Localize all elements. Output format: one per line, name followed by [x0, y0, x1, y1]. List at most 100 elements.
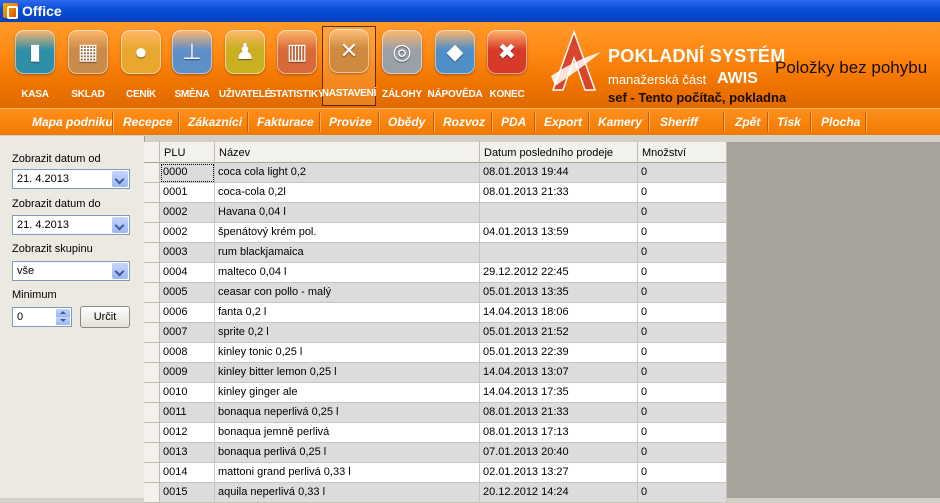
cell-mnozstvi[interactable]: 0 [638, 363, 727, 383]
cell-datum[interactable]: 29.12.2012 22:45 [480, 263, 638, 283]
row-header[interactable] [144, 483, 160, 503]
cell-nazev[interactable]: coca cola light 0,2 [215, 163, 480, 183]
cell-nazev[interactable]: fanta 0,2 l [215, 303, 480, 323]
cell-nazev[interactable]: ceasar con pollo - malý [215, 283, 480, 303]
column-header-datum[interactable]: Datum posledního prodeje [480, 142, 638, 163]
cell-mnozstvi[interactable]: 0 [638, 163, 727, 183]
cell-datum[interactable]: 02.01.2013 13:27 [480, 463, 638, 483]
cell-nazev[interactable]: kinley bitter lemon 0,25 l [215, 363, 480, 383]
menu-item-rozvoz[interactable]: Rozvoz [443, 115, 485, 129]
cell-mnozstvi[interactable]: 0 [638, 183, 727, 203]
row-header[interactable] [144, 343, 160, 363]
table-row[interactable]: 0005 ceasar con pollo - malý 05.01.2013 13… [144, 283, 727, 303]
chevron-down-icon[interactable] [112, 263, 128, 279]
cell-plu[interactable]: 0002 [160, 203, 215, 223]
row-header[interactable] [144, 363, 160, 383]
cell-plu[interactable]: 0011 [160, 403, 215, 423]
date-to-picker[interactable]: 21. 4.2013 [12, 215, 130, 235]
menu-item-export[interactable]: Export [544, 115, 582, 129]
cell-plu[interactable]: 0007 [160, 323, 215, 343]
cell-nazev[interactable]: mattoni grand perlivá 0,33 l [215, 463, 480, 483]
menu-item-obedy[interactable]: Obědy [388, 115, 425, 129]
cell-mnozstvi[interactable]: 0 [638, 203, 727, 223]
table-row[interactable]: 0008 kinley tonic 0,25 l 05.01.2013 22:39 0 [144, 343, 727, 363]
cell-datum[interactable]: 08.01.2013 19:44 [480, 163, 638, 183]
date-from-picker[interactable]: 21. 4.2013 [12, 169, 130, 189]
cell-datum[interactable]: 08.01.2013 21:33 [480, 183, 638, 203]
menu-item-recepce[interactable]: Recepce [123, 115, 172, 129]
cell-mnozstvi[interactable]: 0 [638, 383, 727, 403]
table-row[interactable]: 0010 kinley ginger ale 14.04.2013 17:35 0 [144, 383, 727, 403]
cell-mnozstvi[interactable]: 0 [638, 463, 727, 483]
menu-item-plocha[interactable]: Plocha [821, 115, 860, 129]
row-header[interactable] [144, 463, 160, 483]
row-header[interactable] [144, 283, 160, 303]
chevron-down-icon[interactable] [112, 217, 128, 233]
apply-button[interactable]: Určit [80, 306, 130, 328]
cell-nazev[interactable]: malteco 0,04 l [215, 263, 480, 283]
row-header[interactable] [144, 203, 160, 223]
cell-datum[interactable] [480, 243, 638, 263]
table-row[interactable]: 0015 aquila neperlivá 0,33 l 20.12.2012 14… [144, 483, 727, 503]
cell-mnozstvi[interactable]: 0 [638, 243, 727, 263]
cell-plu[interactable]: 0005 [160, 283, 215, 303]
table-row[interactable]: 0009 kinley bitter lemon 0,25 l 14.04.2013… [144, 363, 727, 383]
cell-plu[interactable]: 0000 [160, 163, 215, 183]
table-row[interactable]: 0011 bonaqua neperlivá 0,25 l 08.01.2013 2… [144, 403, 727, 423]
menu-item-kamery[interactable]: Kamery [598, 115, 642, 129]
cell-mnozstvi[interactable]: 0 [638, 403, 727, 423]
cell-plu[interactable]: 0010 [160, 383, 215, 403]
table-row[interactable]: 0001 coca-cola 0,2l 08.01.2013 21:33 0 [144, 183, 727, 203]
cell-datum[interactable]: 08.01.2013 21:33 [480, 403, 638, 423]
menu-item-mapa-podniku[interactable]: Mapa podniku [32, 115, 113, 129]
cell-datum[interactable]: 07.01.2013 20:40 [480, 443, 638, 463]
row-header[interactable] [144, 303, 160, 323]
table-row[interactable]: 0014 mattoni grand perlivá 0,33 l 02.01.20… [144, 463, 727, 483]
cell-nazev[interactable]: kinley tonic 0,25 l [215, 343, 480, 363]
row-header[interactable] [144, 423, 160, 443]
cell-datum[interactable]: 05.01.2013 22:39 [480, 343, 638, 363]
menu-item-zakaznici[interactable]: Zákazníci [188, 115, 242, 129]
cell-mnozstvi[interactable]: 0 [638, 443, 727, 463]
cell-nazev[interactable]: bonaqua perlivá 0,25 l [215, 443, 480, 463]
table-row[interactable]: 0006 fanta 0,2 l 14.04.2013 18:06 0 [144, 303, 727, 323]
cell-nazev[interactable]: rum blackjamaica [215, 243, 480, 263]
cell-mnozstvi[interactable]: 0 [638, 343, 727, 363]
cell-plu[interactable]: 0002 [160, 223, 215, 243]
cell-plu[interactable]: 0004 [160, 263, 215, 283]
cell-datum[interactable]: 05.01.2013 21:52 [480, 323, 638, 343]
menu-item-pda[interactable]: PDA [501, 115, 526, 129]
table-row[interactable]: 0003 rum blackjamaica 0 [144, 243, 727, 263]
cell-nazev[interactable]: bonaqua neperlivá 0,25 l [215, 403, 480, 423]
cell-mnozstvi[interactable]: 0 [638, 423, 727, 443]
minimum-stepper[interactable]: 0 [12, 307, 72, 327]
cell-nazev[interactable]: Havana 0,04 l [215, 203, 480, 223]
column-header-nazev[interactable]: Název [215, 142, 480, 163]
cell-plu[interactable]: 0009 [160, 363, 215, 383]
cell-plu[interactable]: 0001 [160, 183, 215, 203]
menu-item-tisk[interactable]: Tisk [777, 115, 801, 129]
cell-datum[interactable]: 14.04.2013 18:06 [480, 303, 638, 323]
cell-mnozstvi[interactable]: 0 [638, 263, 727, 283]
cell-datum[interactable] [480, 203, 638, 223]
column-header-plu[interactable]: PLU [160, 142, 215, 163]
cell-plu[interactable]: 0003 [160, 243, 215, 263]
menu-item-zpet[interactable]: Zpět [735, 115, 760, 129]
row-header[interactable] [144, 223, 160, 243]
window-title-bar[interactable]: Office [0, 0, 940, 22]
table-row[interactable]: 0012 bonaqua jemně perlivá 08.01.2013 17:1… [144, 423, 727, 443]
spin-up-icon[interactable] [56, 309, 70, 317]
table-row[interactable]: 0002 špenátový krém pol. 04.01.2013 13:59 0 [144, 223, 727, 243]
row-header[interactable] [144, 243, 160, 263]
cell-mnozstvi[interactable]: 0 [638, 283, 727, 303]
cell-nazev[interactable]: sprite 0,2 l [215, 323, 480, 343]
table-row[interactable]: 0004 malteco 0,04 l 29.12.2012 22:45 0 [144, 263, 727, 283]
cell-plu[interactable]: 0006 [160, 303, 215, 323]
table-row[interactable]: 0002 Havana 0,04 l 0 [144, 203, 727, 223]
cell-mnozstvi[interactable]: 0 [638, 223, 727, 243]
cell-datum[interactable]: 05.01.2013 13:35 [480, 283, 638, 303]
menu-item-sheriff[interactable]: Sheriff [660, 115, 698, 129]
cell-nazev[interactable]: špenátový krém pol. [215, 223, 480, 243]
cell-plu[interactable]: 0014 [160, 463, 215, 483]
row-header[interactable] [144, 183, 160, 203]
